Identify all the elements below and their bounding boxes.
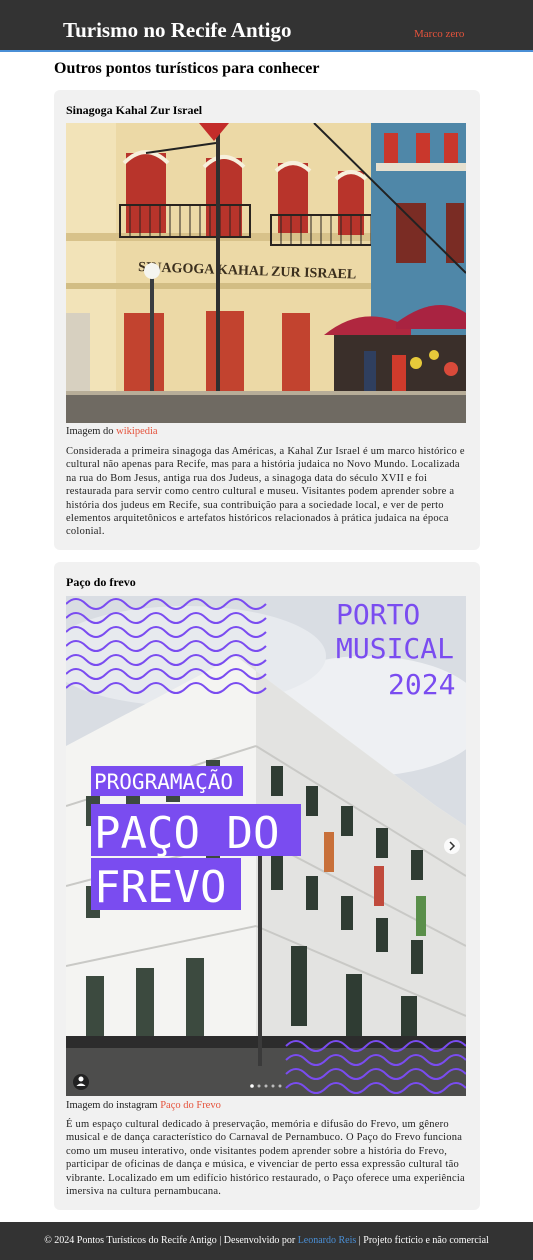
poster-big-line2: FREVO xyxy=(94,862,226,913)
poster-musical: MUSICAL xyxy=(336,632,454,665)
site-header: Turismo no Recife Antigo Marco zero xyxy=(0,0,533,52)
footer-text-after: | Projeto fictício e não comercial xyxy=(358,1235,489,1246)
site-title: Turismo no Recife Antigo xyxy=(63,18,292,42)
image-caption: Imagem do wikipedia xyxy=(66,426,158,437)
section-title: Outros pontos turísticos para conhecer xyxy=(54,60,320,77)
card-sinagoga: Sinagoga Kahal Zur Israel SINAGOGA KAHAL… xyxy=(54,90,480,550)
author-link[interactable]: Leonardo Reis xyxy=(298,1235,357,1246)
wikipedia-link[interactable]: wikipedia xyxy=(116,426,157,437)
poster-tag: PROGRAMAÇÃO xyxy=(94,768,233,794)
poster-big-line1: PAÇO DO xyxy=(94,808,279,859)
footer-text-before: © 2024 Pontos Turísticos do Recife Antig… xyxy=(44,1235,296,1246)
poster-year: 2024 xyxy=(388,668,455,701)
paco-do-frevo-poster: PORTO MUSICAL 2024 PROGRAMAÇÃO PAÇO DO F… xyxy=(66,596,466,1096)
site-footer: © 2024 Pontos Turísticos do Recife Antig… xyxy=(0,1222,533,1260)
caption-prefix: Imagem do xyxy=(66,426,114,437)
sinagoga-photo: SINAGOGA KAHAL ZUR ISRAEL xyxy=(66,123,466,423)
caption-prefix: Imagem do instagram xyxy=(66,1100,158,1111)
instagram-link[interactable]: Paço do Frevo xyxy=(160,1100,221,1111)
poster-porto: PORTO xyxy=(336,598,420,631)
card-title: Sinagoga Kahal Zur Israel xyxy=(66,103,203,117)
nav-link-marco-zero[interactable]: Marco zero xyxy=(414,28,464,40)
image-caption: Imagem do instagram Paço do Frevo xyxy=(66,1100,221,1111)
carousel-next-icon[interactable] xyxy=(444,838,460,854)
card-description: É um espaço cultural dedicado à preserva… xyxy=(66,1119,465,1198)
user-icon xyxy=(73,1074,89,1090)
card-title: Paço do frevo xyxy=(66,575,136,589)
card-description: Considerada a primeira sinagoga das Amér… xyxy=(66,446,465,538)
card-paco-do-frevo: Paço do frevo PORTO MUSICAL 2024 PROGRAM… xyxy=(54,562,480,1210)
